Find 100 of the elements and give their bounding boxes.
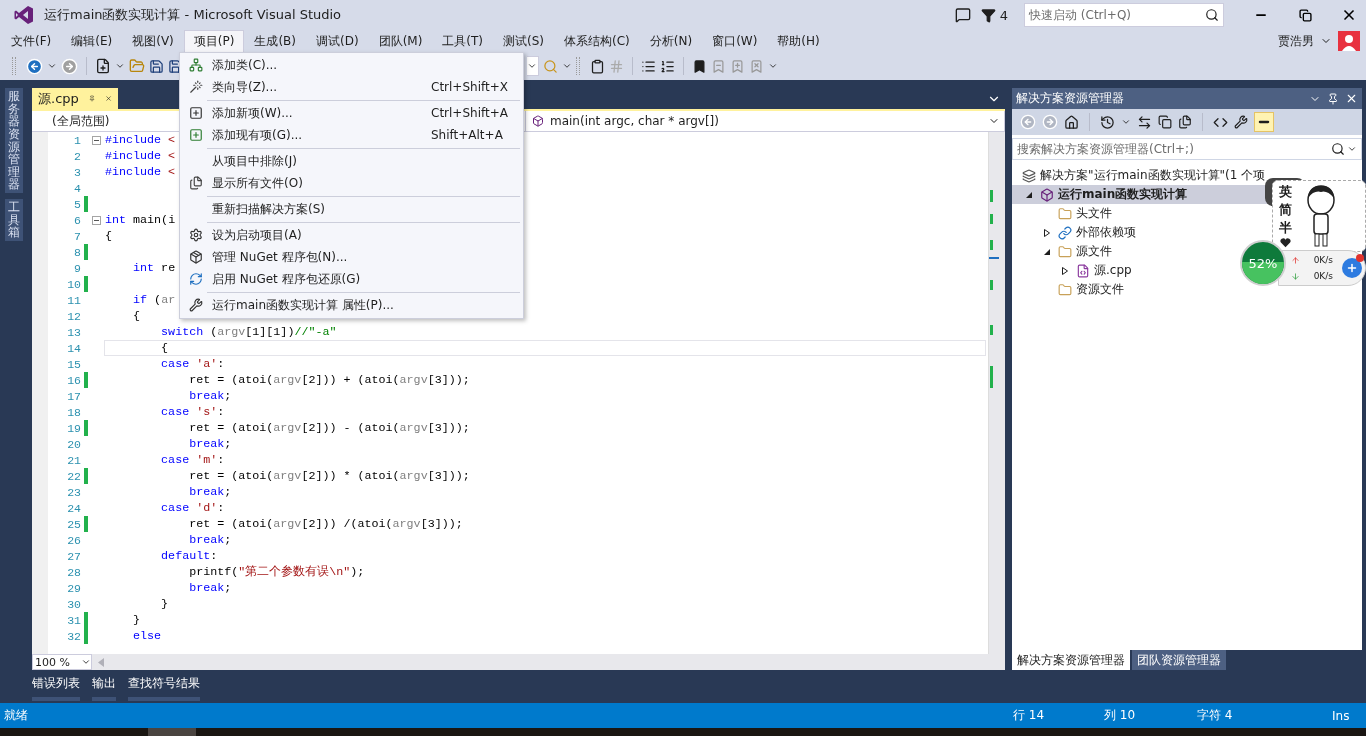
tree-item[interactable]: 源文件 xyxy=(1012,242,1118,261)
quick-launch-field[interactable]: 快速启动 (Ctrl+Q) xyxy=(1024,3,1224,27)
preview-toggle[interactable] xyxy=(1254,112,1274,132)
save-icon[interactable] xyxy=(149,58,164,74)
list-icon[interactable] xyxy=(641,58,656,74)
line-number: 4 xyxy=(73,181,82,195)
line-indicator: 行 14 xyxy=(1013,707,1046,724)
forward-icon[interactable] xyxy=(61,57,78,75)
panel-tab[interactable]: 查找符号结果 xyxy=(128,675,200,703)
panel-tab[interactable]: 输出 xyxy=(92,675,116,703)
caret-icon[interactable] xyxy=(1121,117,1131,127)
line-number: 3 xyxy=(73,165,82,179)
member-dropdown[interactable]: main(int argc, char * argv[]) xyxy=(526,111,1005,131)
code-line: switch (argv[1][1])//"-a" xyxy=(160,324,338,340)
caret-icon[interactable] xyxy=(115,61,125,71)
menu-entry[interactable]: 启用 NuGet 程序包还原(G) xyxy=(180,268,523,290)
wrench-icon[interactable] xyxy=(1234,115,1248,129)
menu-entry[interactable]: 显示所有文件(O) xyxy=(180,172,523,194)
collapse-icon[interactable] xyxy=(91,215,101,225)
column-indicator: 列 10 xyxy=(1104,707,1137,724)
close-icon[interactable] xyxy=(1345,92,1358,105)
menu-entry[interactable]: 添加新项(W)... Ctrl+Shift+A xyxy=(180,102,523,124)
line-number: 16 xyxy=(66,373,82,387)
collapsed-arrow-icon[interactable] xyxy=(1061,266,1069,275)
pin-icon[interactable] xyxy=(88,93,95,104)
menu-item[interactable]: 分析(N) xyxy=(639,30,703,52)
bookmark-icon[interactable] xyxy=(692,58,707,74)
collapse-icon[interactable] xyxy=(91,135,101,145)
folder-icon xyxy=(1058,206,1072,221)
home-icon[interactable] xyxy=(1064,114,1079,130)
menu-item[interactable]: 编辑(E) xyxy=(61,30,123,52)
side-tab[interactable]: 服务器资源管理器 xyxy=(5,88,23,194)
line-number: 25 xyxy=(66,517,82,531)
line-number: 32 xyxy=(66,629,82,643)
side-tab[interactable]: 工具箱 xyxy=(5,199,23,242)
caret-icon[interactable] xyxy=(562,61,572,71)
feedback-icon[interactable] xyxy=(954,7,971,23)
collapsed-arrow-icon[interactable] xyxy=(1043,228,1051,237)
code-line: case 's': xyxy=(160,404,226,420)
menu-item[interactable]: 视图(V) xyxy=(122,30,184,52)
clipboard-icon[interactable] xyxy=(590,58,605,74)
user-name[interactable]: 贾浩男 xyxy=(1278,32,1314,50)
tree-item[interactable]: 解决方案"运行main函数实现计算"(1 个项 xyxy=(1012,166,1272,185)
expanded-arrow-icon[interactable] xyxy=(1043,247,1051,256)
input-mode-text[interactable]: 简 xyxy=(1278,202,1292,218)
caret-icon[interactable] xyxy=(47,61,57,71)
solution-icon xyxy=(1022,168,1036,183)
input-mode-text[interactable]: 英 xyxy=(1278,184,1292,200)
menu-item[interactable]: 体系结构(C) xyxy=(554,30,640,52)
panel-tab[interactable]: 团队资源管理器 xyxy=(1132,650,1226,670)
search-field[interactable]: 搜索解决方案资源管理器(Ctrl+;) xyxy=(1012,138,1362,160)
pin-icon[interactable] xyxy=(1327,92,1339,105)
document-tab[interactable]: 源.cpp xyxy=(32,88,118,109)
zoom-dropdown[interactable]: 100 % xyxy=(32,654,92,670)
menu-item[interactable]: 窗口(W) xyxy=(702,30,768,52)
code-line: default: xyxy=(160,548,219,564)
expanded-arrow-icon[interactable] xyxy=(1025,190,1033,199)
gear-icon xyxy=(189,228,203,242)
menu-item[interactable]: 调试(D) xyxy=(306,30,369,52)
tree-item[interactable]: 资源文件 xyxy=(1012,280,1130,299)
back-icon[interactable] xyxy=(26,57,43,75)
menu-item[interactable]: 团队(M) xyxy=(368,30,433,52)
sync-icon[interactable] xyxy=(1137,114,1152,130)
overflow-icon[interactable] xyxy=(768,61,778,71)
menu-entry[interactable]: 从项目中排除(J) xyxy=(180,150,523,172)
menu-entry[interactable]: 类向导(Z)... Ctrl+Shift+X xyxy=(180,76,523,98)
code-line: case 'm': xyxy=(160,452,226,468)
menu-item[interactable]: 生成(B) xyxy=(244,30,306,52)
menu-entry[interactable]: 管理 NuGet 程序包(N)... xyxy=(180,246,523,268)
notification-filter-icon[interactable] xyxy=(980,7,996,23)
collapse-all-icon[interactable] xyxy=(1158,115,1172,129)
upload-icon xyxy=(1291,255,1300,265)
line-number: 14 xyxy=(66,341,82,355)
folder-icon xyxy=(1058,282,1072,297)
menu-item[interactable]: 帮助(H) xyxy=(767,30,830,52)
code-line: ret = (atoi(argv[2])) + (atoi(argv[3])); xyxy=(188,372,471,388)
tree-item[interactable]: 外部依赖项 xyxy=(1012,223,1142,242)
menu-item[interactable]: 测试(S) xyxy=(493,30,555,52)
menu-entry[interactable]: 运行main函数实现计算 属性(P)... xyxy=(180,294,523,316)
avatar-icon[interactable] xyxy=(1338,31,1360,51)
history-icon[interactable] xyxy=(1100,114,1115,130)
vertical-scrollbar[interactable] xyxy=(988,132,1005,654)
tree-item[interactable]: 源.cpp xyxy=(1012,261,1138,280)
show-all-files-icon[interactable] xyxy=(1178,115,1192,129)
menu-item[interactable]: 工具(T) xyxy=(432,30,494,52)
menu-entry[interactable]: 设为启动项目(A) xyxy=(180,224,523,246)
new-project-icon[interactable] xyxy=(95,58,111,74)
wrench-icon xyxy=(189,298,203,312)
tree-item[interactable]: 头文件 xyxy=(1012,204,1118,223)
menu-entry[interactable]: 添加类(C)... xyxy=(180,54,523,76)
code-line: case 'a': xyxy=(160,356,226,372)
input-mode-text[interactable]: 半 xyxy=(1278,220,1292,236)
menu-entry[interactable]: 添加现有项(G)... Shift+Alt+A xyxy=(180,124,523,146)
numbered-list-icon[interactable] xyxy=(660,58,675,74)
panel-tab[interactable]: 解决方案资源管理器 xyxy=(1012,650,1130,670)
menu-item[interactable]: 项目(P) xyxy=(183,30,245,52)
menu-entry[interactable]: 重新扫描解决方案(S) xyxy=(180,198,523,220)
line-number: 20 xyxy=(66,437,82,451)
panel-tab[interactable]: 错误列表 xyxy=(32,675,80,703)
menu-item[interactable]: 文件(F) xyxy=(1,30,62,52)
